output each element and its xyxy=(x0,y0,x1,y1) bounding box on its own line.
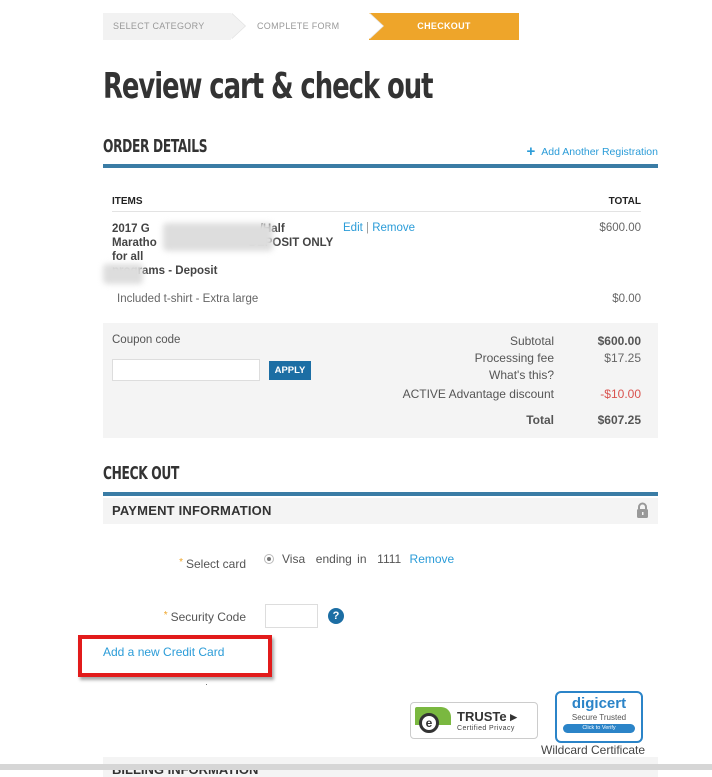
bottom-scroll-edge xyxy=(0,764,712,770)
page-title: Review cart & check out xyxy=(103,66,433,107)
card-radio[interactable] xyxy=(264,554,274,564)
subtotal-row: Subtotal $600.00 xyxy=(254,334,658,348)
discount-row: ACTIVE Advantage discount -$10.00 xyxy=(254,387,658,401)
items-column-header: ITEMS xyxy=(112,196,143,207)
saved-card: Visa ending in 1111 Remove xyxy=(282,552,454,566)
security-code-input[interactable] xyxy=(265,604,318,628)
whats-this-link[interactable]: What's this? xyxy=(254,368,581,382)
progress-steps: Select Category Complete Form Checkout xyxy=(103,13,519,40)
redacted-area xyxy=(103,264,143,284)
card-description: Visa ending in 1111 xyxy=(282,552,402,566)
select-card-label: * Select card xyxy=(179,557,246,571)
remove-card-link[interactable]: Remove xyxy=(410,552,455,566)
order-summary: Coupon code APPLY Subtotal $600.00 Proce… xyxy=(103,323,658,438)
edit-link[interactable]: Edit xyxy=(343,222,363,234)
discount-label: ACTIVE Advantage discount xyxy=(402,387,554,401)
checkout-title: CHECK OUT xyxy=(103,463,179,484)
security-code-label: * Security Code xyxy=(163,610,246,624)
discount-value: -$10.00 xyxy=(600,387,641,401)
order-details-title: ORDER DETAILS xyxy=(103,136,208,157)
items-table-header: ITEMS TOTAL xyxy=(112,196,641,207)
total-row: Total $607.25 xyxy=(254,413,658,427)
processing-fee-row: Processing fee $17.25 xyxy=(254,351,658,365)
divider xyxy=(112,211,641,212)
section-divider xyxy=(103,492,658,496)
step-label: Checkout xyxy=(417,21,471,31)
redacted-area xyxy=(163,223,273,251)
total-label: Total xyxy=(526,413,554,427)
step-label: Select Category xyxy=(113,21,205,31)
add-registration-label: Add Another Registration xyxy=(541,146,658,158)
add-another-registration-link[interactable]: + Add Another Registration xyxy=(526,143,658,160)
truste-badge[interactable]: e TRUSTe ▸ Certified Privacy xyxy=(410,702,538,739)
subtotal-value: $600.00 xyxy=(597,334,641,348)
item-actions: Edit | Remove xyxy=(343,222,415,234)
step-label: Complete Form xyxy=(257,21,340,31)
step-checkout: Checkout xyxy=(369,13,519,40)
section-divider xyxy=(103,164,658,168)
lock-icon xyxy=(637,502,648,518)
sub-item-price: $0.00 xyxy=(612,293,641,305)
plus-icon: + xyxy=(526,143,536,160)
sub-item-label: Included t-shirt - Extra large xyxy=(117,293,259,305)
digicert-subtitle: Secure Trusted xyxy=(571,713,627,722)
coupon-label: Coupon code xyxy=(112,334,181,346)
payment-information-header: PAYMENT INFORMATION xyxy=(103,498,658,524)
separator: | xyxy=(366,222,370,234)
item-price: $600.00 xyxy=(599,222,641,234)
payment-information-title: PAYMENT INFORMATION xyxy=(112,503,272,518)
digicert-badge[interactable]: digicert Secure Trusted Click to Verify xyxy=(555,691,643,743)
total-column-header: TOTAL xyxy=(608,196,641,207)
add-new-credit-card-link[interactable]: Add a new Credit Card xyxy=(103,645,224,659)
total-value: $607.25 xyxy=(597,413,641,427)
processing-fee-label: Processing fee xyxy=(474,351,554,365)
truste-subtitle: Certified Privacy xyxy=(457,725,515,732)
truste-title: TRUSTe ▸ xyxy=(457,709,517,724)
remove-link[interactable]: Remove xyxy=(372,222,415,234)
help-icon[interactable]: ? xyxy=(328,608,344,624)
click-to-verify[interactable]: Click to Verify xyxy=(563,724,635,733)
processing-fee-value: $17.25 xyxy=(604,351,641,365)
coupon-input[interactable] xyxy=(112,359,260,381)
dot xyxy=(206,684,207,685)
digicert-title: digicert xyxy=(571,695,627,712)
truste-e-icon: e xyxy=(419,713,439,733)
step-select-category[interactable]: Select Category xyxy=(103,13,246,40)
subtotal-label: Subtotal xyxy=(509,334,554,348)
step-complete-form[interactable]: Complete Form xyxy=(231,13,384,40)
whats-this-row: What's this? xyxy=(254,368,658,382)
wildcard-certificate-label: Wildcard Certificate xyxy=(541,743,646,757)
